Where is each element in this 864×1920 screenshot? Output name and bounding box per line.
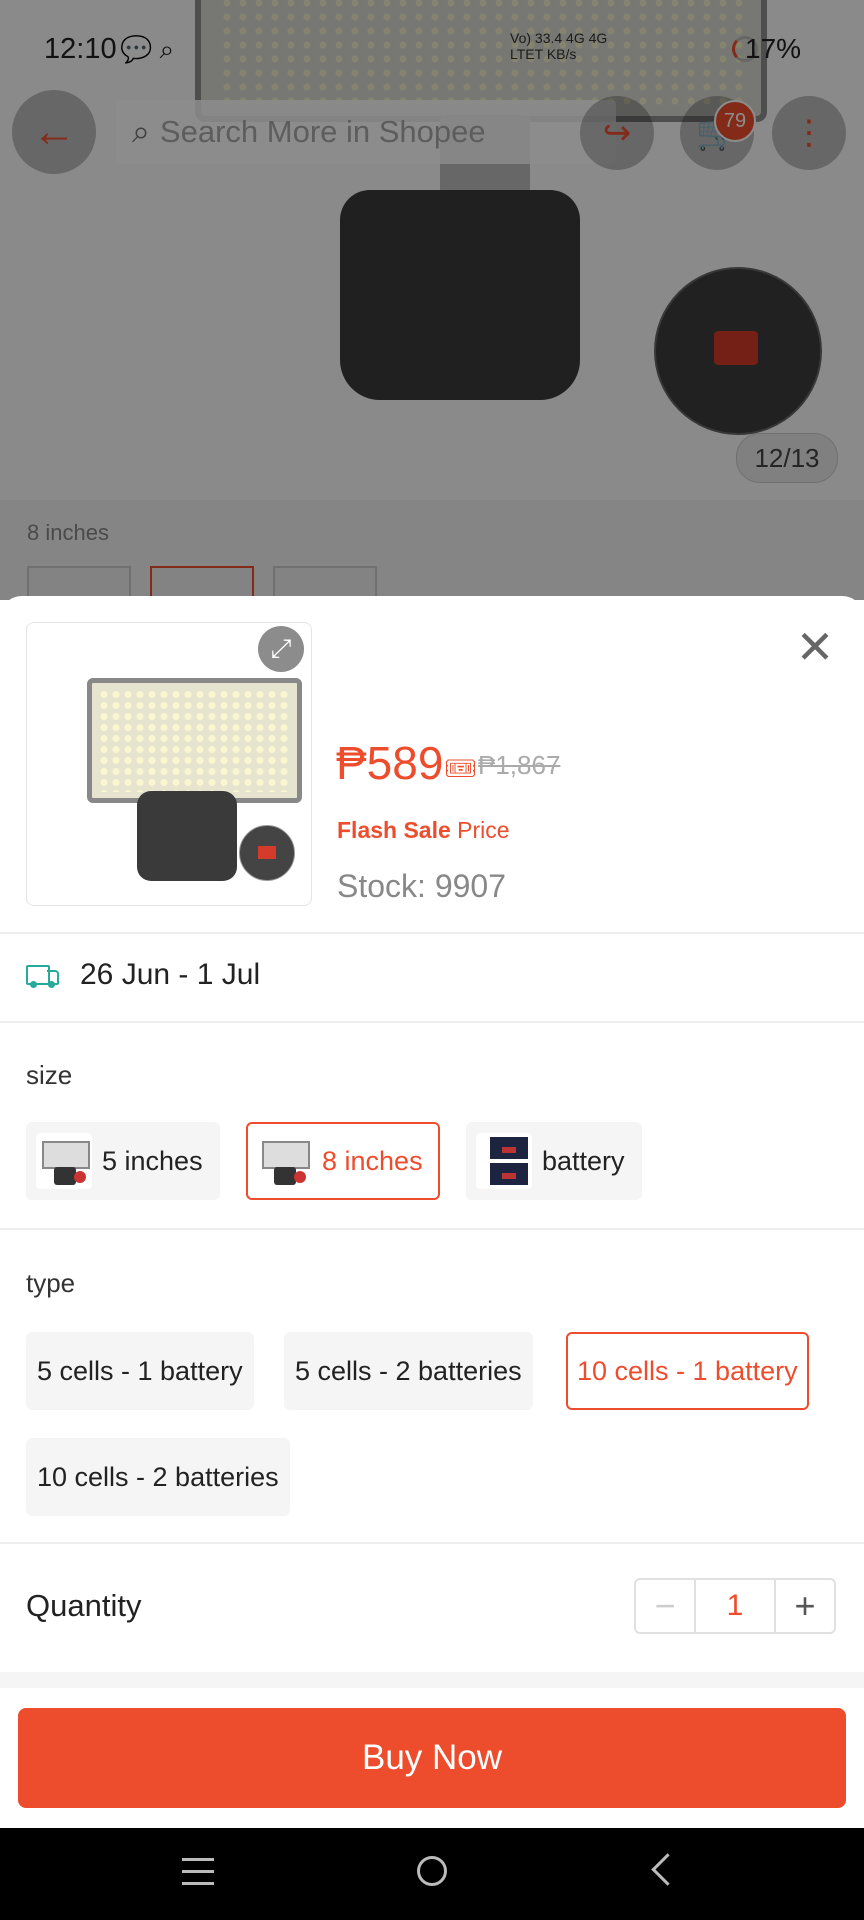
type-option-5-cells-1-battery[interactable]: 5 cells - 1 battery <box>26 1332 254 1410</box>
divider <box>0 1228 864 1230</box>
flash-sale-label: Flash Sale Price <box>337 817 510 843</box>
original-price: ₱1,867 <box>478 750 561 780</box>
type-section-title: type <box>26 1268 76 1298</box>
size-option-8-inches[interactable]: 8 inches <box>246 1122 440 1200</box>
menu-icon[interactable] <box>182 1858 214 1886</box>
quantity-value[interactable]: 1 <box>694 1580 776 1632</box>
size-thumb <box>476 1133 532 1189</box>
divider <box>0 932 864 934</box>
divider <box>0 1542 864 1544</box>
quantity-decrement-button[interactable]: − <box>636 1580 694 1632</box>
divider <box>0 1021 864 1023</box>
close-icon[interactable]: ✕ <box>790 622 840 672</box>
system-navigation-bar <box>0 1828 864 1920</box>
delivery-estimate[interactable]: 26 Jun - 1 Jul <box>26 958 260 992</box>
type-option-10-cells-2-batteries[interactable]: 10 cells - 2 batteries <box>26 1438 290 1516</box>
size-option-battery[interactable]: battery <box>466 1122 642 1200</box>
buy-now-button[interactable]: Buy Now <box>18 1708 846 1808</box>
type-option-5-cells-2-batteries[interactable]: 5 cells - 2 batteries <box>284 1332 533 1410</box>
delivery-date-range: 26 Jun - 1 Jul <box>80 958 261 991</box>
quantity-stepper: − 1 + <box>634 1578 836 1634</box>
size-option-5-inches[interactable]: 5 inches <box>26 1122 220 1200</box>
truck-icon <box>26 963 60 988</box>
size-section-title: size <box>26 1060 73 1090</box>
quantity-increment-button[interactable]: + <box>776 1580 834 1632</box>
variation-bottom-sheet: ⤢ ✕ ₱589 🎟 ₱1,867 Flash Sale Price Stock… <box>0 596 864 1828</box>
section-separator <box>0 1672 864 1688</box>
expand-icon[interactable]: ⤢ <box>258 626 304 672</box>
size-thumb <box>36 1133 92 1189</box>
type-option-10-cells-1-battery[interactable]: 10 cells - 1 battery <box>566 1332 809 1410</box>
flash-sale-price: ₱589 <box>336 737 444 789</box>
home-icon[interactable] <box>417 1856 447 1886</box>
size-thumb <box>256 1133 312 1189</box>
stock-count: Stock: 9907 <box>337 868 506 904</box>
back-nav-icon[interactable] <box>651 1853 684 1886</box>
voucher-icon: 🎟 <box>444 753 478 783</box>
dim-overlay[interactable] <box>0 0 864 600</box>
quantity-label: Quantity <box>26 1588 142 1623</box>
